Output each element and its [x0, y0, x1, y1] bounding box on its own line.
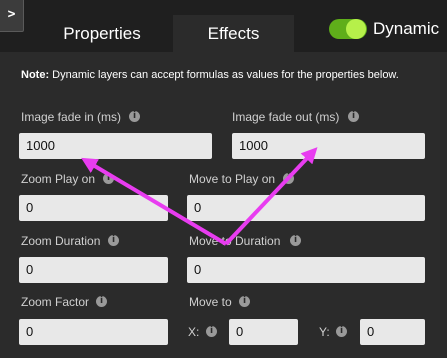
move-to-duration-input[interactable]: 0	[187, 257, 425, 283]
info-icon[interactable]: i	[103, 173, 114, 184]
info-icon[interactable]: i	[206, 326, 217, 337]
move-to-x-input[interactable]: 0	[229, 319, 298, 345]
dynamic-toggle-label: Dynamic	[373, 19, 440, 38]
panel-expander-button[interactable]: >	[0, 0, 24, 32]
move-to-play-on-input[interactable]: 0	[187, 195, 425, 221]
image-fade-out-input[interactable]: 1000	[232, 133, 425, 159]
info-icon[interactable]: i	[348, 111, 359, 122]
move-to-play-on-label: Move to Play on	[189, 172, 276, 186]
move-to-label: Move to	[189, 295, 232, 309]
zoom-play-on-input[interactable]: 0	[19, 195, 168, 221]
info-icon[interactable]: i	[283, 173, 294, 184]
move-to-x-label: X:	[188, 325, 200, 339]
zoom-factor-input[interactable]: 0	[19, 319, 168, 345]
image-fade-in-label: Image fade in (ms)	[21, 110, 122, 124]
tab-properties[interactable]: Properties	[32, 15, 172, 52]
tab-effects[interactable]: Effects	[173, 15, 294, 52]
toggle-knob	[346, 19, 366, 39]
image-fade-in-input[interactable]: 1000	[19, 133, 212, 159]
info-icon[interactable]: i	[336, 326, 347, 337]
info-icon[interactable]: i	[96, 296, 107, 307]
zoom-duration-input[interactable]: 0	[19, 257, 168, 283]
info-icon[interactable]: i	[108, 235, 119, 246]
zoom-duration-label: Zoom Duration	[21, 234, 101, 248]
info-icon[interactable]: i	[290, 235, 301, 246]
move-to-duration-label: Move to Duration	[189, 234, 281, 248]
move-to-y-input[interactable]: 0	[360, 319, 425, 345]
move-to-y-label: Y:	[319, 325, 330, 339]
info-icon[interactable]: i	[129, 111, 140, 122]
note-text: Dynamic layers can accept formulas as va…	[49, 69, 399, 81]
image-fade-out-label: Image fade out (ms)	[232, 110, 340, 124]
note-prefix: Note:	[21, 69, 50, 81]
info-icon[interactable]: i	[239, 296, 250, 307]
dynamic-note: Note: Dynamic layers can accept formulas…	[21, 69, 421, 82]
zoom-play-on-label: Zoom Play on	[21, 172, 96, 186]
zoom-factor-label: Zoom Factor	[21, 295, 90, 309]
dynamic-toggle[interactable]	[329, 19, 367, 39]
